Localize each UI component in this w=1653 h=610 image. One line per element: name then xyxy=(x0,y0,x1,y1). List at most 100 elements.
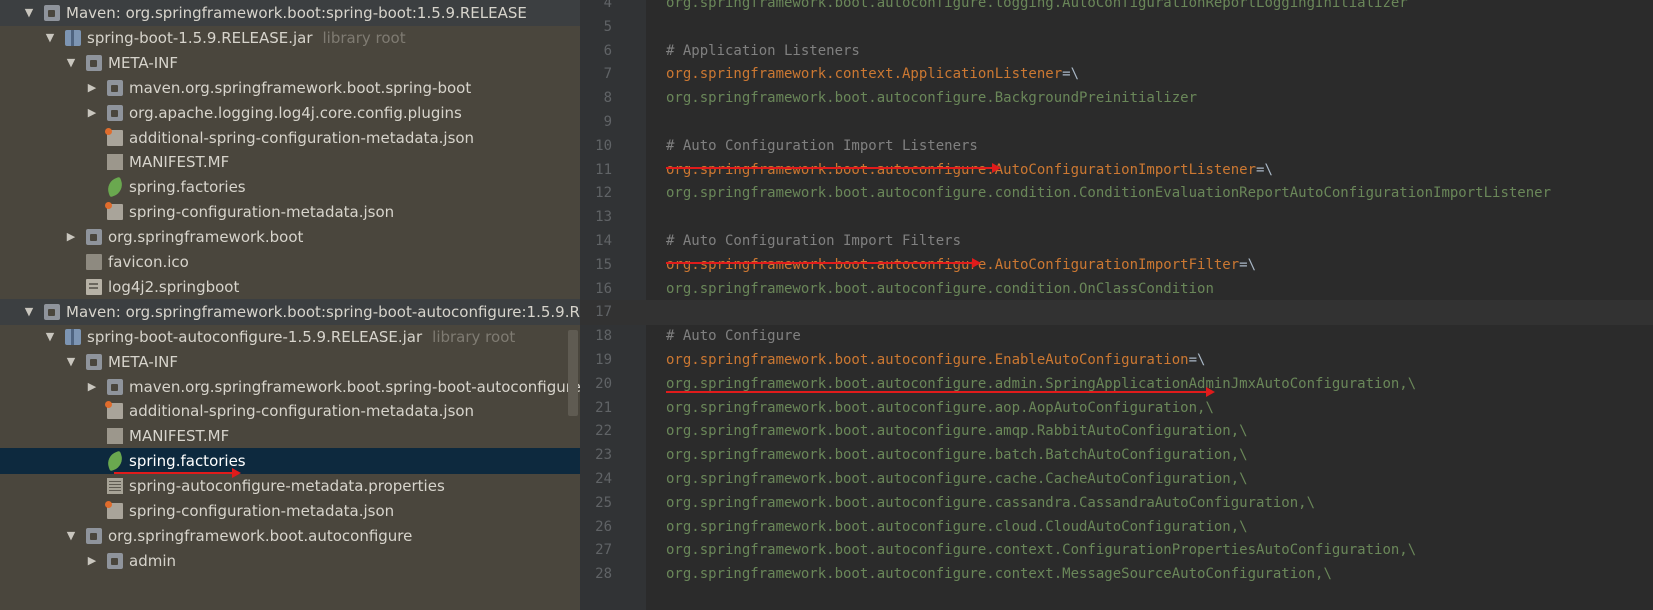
code-line[interactable]: 25 org.springframework.boot.autoconfigure… xyxy=(580,491,1653,516)
code-line[interactable]: 9 xyxy=(580,110,1653,135)
tree-row[interactable]: log4j2.springboot xyxy=(0,274,580,300)
line-number: 24 xyxy=(595,471,612,487)
code-line[interactable]: 23 org.springframework.boot.autoconfigure… xyxy=(580,443,1653,468)
code-line[interactable]: 8 org.springframework.boot.autoconfigure.… xyxy=(580,86,1653,111)
code-line[interactable]: 20 org.springframework.boot.autoconfigure… xyxy=(580,372,1653,397)
code-text: org.springframework.boot.autoconfigure.E… xyxy=(666,348,1205,373)
tree-row[interactable]: ▼ Maven: org.springframework.boot:spring-… xyxy=(0,298,580,325)
line-number: 19 xyxy=(595,352,612,368)
json-file-icon xyxy=(105,127,123,146)
tree-row[interactable]: ▼ META-INF xyxy=(0,50,580,76)
tree-item-label: MANIFEST.MF xyxy=(129,153,230,172)
line-number: 7 xyxy=(603,66,612,83)
tree-row[interactable]: ▶ org.apache.logging.log4j.core.config.pl… xyxy=(0,100,580,126)
tree-row[interactable]: spring.factories xyxy=(0,174,580,200)
tree-item-label: admin xyxy=(129,551,176,570)
code-line[interactable]: 7 org.springframework.context.Application… xyxy=(580,62,1653,87)
expand-down-icon[interactable]: ▼ xyxy=(22,299,36,325)
code-line[interactable]: 27 org.springframework.boot.autoconfigure… xyxy=(580,538,1653,563)
code-line[interactable]: 28 org.springframework.boot.autoconfigure… xyxy=(580,562,1653,587)
tree-item-label: META-INF xyxy=(108,352,179,371)
code-text: org.springframework.boot.autoconfigure.c… xyxy=(666,538,1416,563)
tree-row[interactable]: ▶ admin xyxy=(0,548,580,574)
code-line[interactable]: 14 # Auto Configuration Import Filters xyxy=(580,229,1653,254)
property-value: org.springframework.boot.autoconfigure.c… xyxy=(666,185,1552,202)
code-line[interactable]: 26 org.springframework.boot.autoconfigure… xyxy=(580,515,1653,540)
tree-row[interactable]: ▼ Maven: org.springframework.boot:spring-… xyxy=(0,0,580,26)
line-number: 20 xyxy=(595,375,612,392)
folder-icon xyxy=(44,303,60,320)
tree-row[interactable]: ▶ org.springframework.boot xyxy=(0,224,580,250)
code-text: org.springframework.boot.autoconfigure.c… xyxy=(666,277,1214,302)
expand-right-icon[interactable]: ▶ xyxy=(64,224,78,250)
code-line[interactable]: 24 org.springframework.boot.autoconfigure… xyxy=(580,467,1653,492)
code-line[interactable]: 16 org.springframework.boot.autoconfigure… xyxy=(580,277,1653,302)
line-number: 28 xyxy=(595,566,612,583)
folder-icon xyxy=(86,353,102,370)
expand-right-icon[interactable]: ▶ xyxy=(85,100,99,126)
folder-icon xyxy=(86,229,102,246)
tree-scrollbar[interactable] xyxy=(568,330,578,416)
code-line[interactable]: 21 org.springframework.boot.autoconfigure… xyxy=(580,396,1653,421)
tree-item-label: org.apache.logging.log4j.core.config.plu… xyxy=(129,103,462,122)
expand-right-icon[interactable]: ▶ xyxy=(85,75,99,101)
code-line[interactable]: 15 org.springframework.boot.autoconfigure… xyxy=(580,253,1653,278)
tree-row[interactable]: ▼ spring-boot-autoconfigure-1.5.9.RELEASE… xyxy=(0,324,580,350)
code-comment: # Auto Configuration Import Listeners xyxy=(666,137,978,154)
property-value: org.springframework.boot.autoconfigure.c… xyxy=(666,280,1214,297)
code-line[interactable]: 11 org.springframework.boot.autoconfigure… xyxy=(580,158,1653,183)
code-text: org.springframework.boot.autoconfigure.a… xyxy=(666,372,1416,397)
tree-row[interactable]: ▼ org.springframework.boot.autoconfigure xyxy=(0,523,580,549)
expand-down-icon[interactable]: ▼ xyxy=(43,25,57,51)
tree-row[interactable]: additional-spring-configuration-metadata… xyxy=(0,398,580,424)
line-number: 12 xyxy=(595,185,612,202)
code-text: # Auto Configuration Import Listeners xyxy=(666,134,978,159)
tree-item-label: additional-spring-configuration-metadata… xyxy=(129,128,475,147)
tree-row[interactable]: ▶ maven.org.springframework.boot.spring-b… xyxy=(0,75,580,101)
code-text: org.springframework.boot.autoconfigure.c… xyxy=(666,181,1551,206)
line-number: 13 xyxy=(595,209,612,226)
code-line[interactable]: 13 xyxy=(580,205,1653,230)
expand-down-icon[interactable]: ▼ xyxy=(22,0,36,26)
expand-down-icon[interactable]: ▼ xyxy=(43,324,57,350)
library-root-tag: library root xyxy=(432,327,516,346)
code-line[interactable]: 18 # Auto Configure xyxy=(580,324,1653,349)
code-line[interactable]: 4 org.springframework.boot.autoconfigure.… xyxy=(580,0,1653,16)
tree-row[interactable]: ▼ spring-boot-1.5.9.RELEASE.jar library ro… xyxy=(0,25,580,51)
code-text: org.springframework.boot.autoconfigure.l… xyxy=(666,0,1408,16)
code-line[interactable]: 12 org.springframework.boot.autoconfigure… xyxy=(580,181,1653,206)
tree-row[interactable]: ▶ maven.org.springframework.boot.spring-b… xyxy=(0,374,580,400)
expand-down-icon[interactable]: ▼ xyxy=(64,50,78,76)
json-file-icon xyxy=(105,202,123,221)
property-value: org.springframework.boot.autoconfigure.c… xyxy=(666,566,1332,583)
code-line[interactable]: 19 org.springframework.boot.autoconfigure… xyxy=(580,348,1653,373)
code-line[interactable]: 22 org.springframework.boot.autoconfigure… xyxy=(580,419,1653,444)
line-number: 5 xyxy=(603,18,612,35)
json-file-icon xyxy=(105,501,123,519)
tree-row[interactable]: spring-configuration-metadata.json xyxy=(0,498,580,524)
code-text: org.springframework.boot.autoconfigure.a… xyxy=(666,419,1248,444)
code-editor[interactable]: 4 org.springframework.boot.autoconfigure.… xyxy=(580,0,1653,610)
code-text: org.springframework.boot.autoconfigure.b… xyxy=(666,443,1248,468)
expand-down-icon[interactable]: ▼ xyxy=(64,523,78,549)
tree-row[interactable]: MANIFEST.MF xyxy=(0,149,580,175)
expand-down-icon[interactable]: ▼ xyxy=(64,349,78,375)
expand-right-icon[interactable]: ▶ xyxy=(85,548,99,574)
code-line[interactable]: 5 xyxy=(580,15,1653,40)
tree-row[interactable]: additional-spring-configuration-metadata… xyxy=(0,125,580,151)
property-key: org.springframework.boot.autoconfigure.A… xyxy=(666,256,1240,273)
tree-row[interactable]: spring-autoconfigure-metadata.properties xyxy=(0,473,580,499)
tree-row[interactable]: MANIFEST.MF xyxy=(0,423,580,449)
property-value: org.springframework.boot.autoconfigure.a… xyxy=(666,375,1417,392)
code-line[interactable]: 6 # Application Listeners xyxy=(580,39,1653,64)
annotation-arrow xyxy=(666,387,1215,397)
line-number: 27 xyxy=(595,542,612,559)
tree-row[interactable]: spring-configuration-metadata.json xyxy=(0,199,580,225)
code-line[interactable]: 10 # Auto Configuration Import Listeners xyxy=(580,134,1653,159)
tree-row[interactable]: ▼ META-INF xyxy=(0,349,580,375)
expand-right-icon[interactable]: ▶ xyxy=(85,374,99,400)
code-line[interactable]: 17 xyxy=(580,300,1653,326)
tree-row[interactable]: spring.factories xyxy=(0,448,580,475)
tree-row[interactable]: favicon.ico xyxy=(0,249,580,275)
line-number: 21 xyxy=(595,399,612,416)
